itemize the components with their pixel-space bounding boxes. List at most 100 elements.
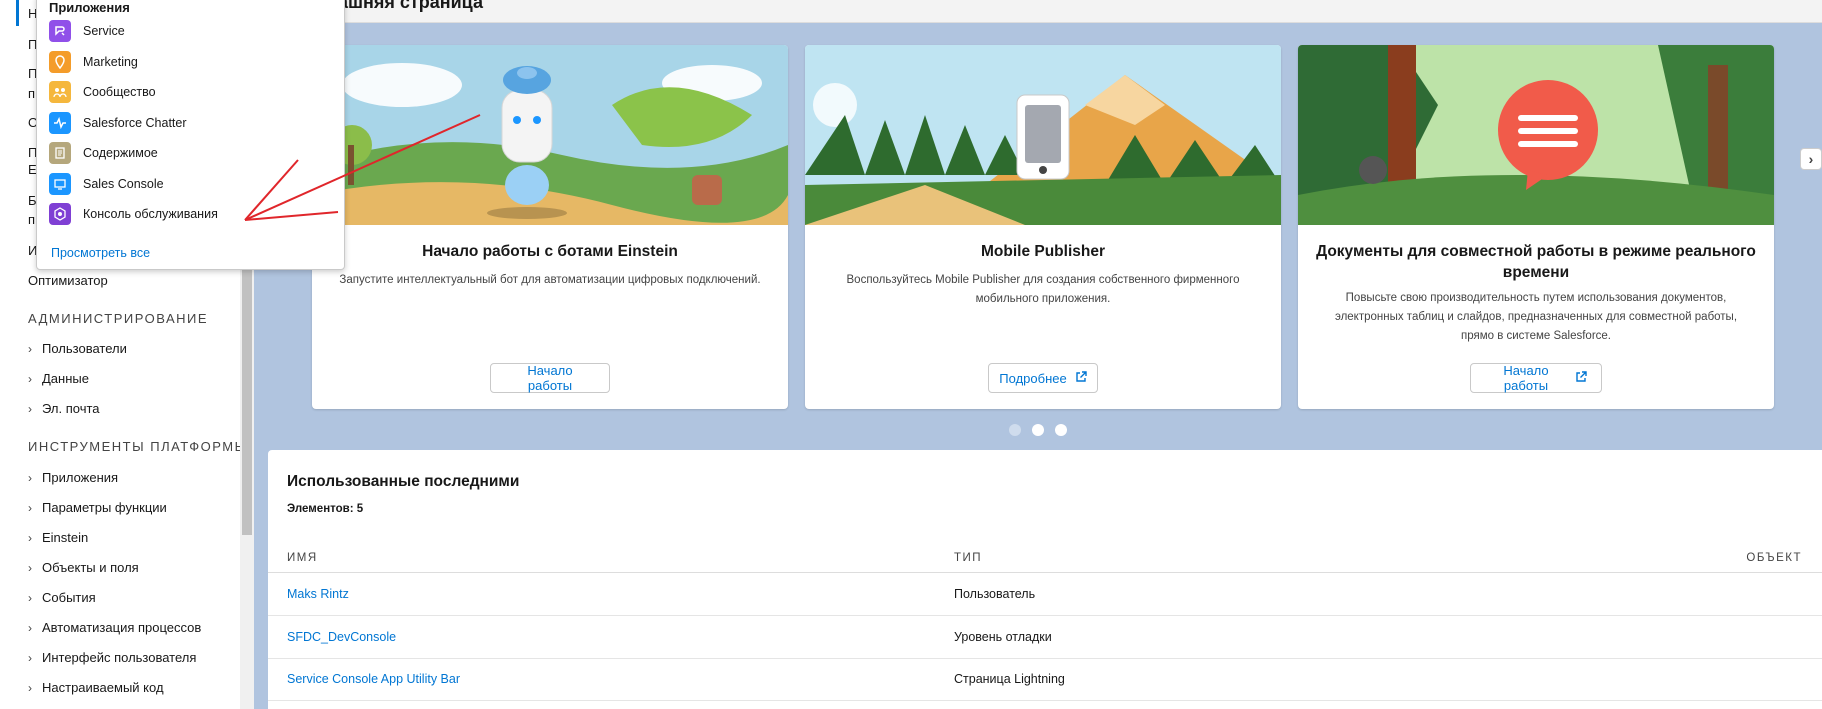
chevron-right-icon: › <box>28 590 32 605</box>
sidebar-item-label: События <box>42 590 96 605</box>
marketing-icon <box>49 51 71 73</box>
sidebar-item-label: Настраиваемый код <box>42 680 164 695</box>
sidebar-item-email[interactable]: › Эл. почта <box>28 401 100 416</box>
service-icon <box>49 20 71 42</box>
sidebar-item-apps[interactable]: › Приложения <box>28 470 118 485</box>
record-link[interactable]: Service Console App Utility Bar <box>287 658 460 700</box>
sidebar-item-objects-and-fields[interactable]: › Объекты и поля <box>28 560 139 575</box>
chevron-right-icon: › <box>28 680 32 695</box>
sidebar-item-feature-settings[interactable]: › Параметры функции <box>28 500 167 515</box>
sidebar-peek-text[interactable]: п <box>28 86 35 101</box>
chevron-right-icon: › <box>28 401 32 416</box>
service-console-icon <box>49 203 71 225</box>
sidebar-item-users[interactable]: › Пользователи <box>28 341 127 356</box>
carousel-dot-active[interactable] <box>1032 424 1044 436</box>
carousel-next-button[interactable]: › <box>1800 148 1822 170</box>
recent-items-panel: Использованные последними Элементов: 5 И… <box>268 450 1822 709</box>
app-item-sales-console[interactable]: Sales Console <box>49 173 164 195</box>
chevron-right-icon: › <box>28 470 32 485</box>
chevron-right-icon: › <box>28 371 32 386</box>
app-item-community[interactable]: Сообщество <box>49 81 156 103</box>
carousel-dot[interactable] <box>1055 424 1067 436</box>
button-label: Подробнее <box>999 370 1067 386</box>
chevron-right-icon: › <box>28 341 32 356</box>
sidebar-item-label: Пользователи <box>42 341 127 356</box>
app-item-service[interactable]: Service <box>49 20 125 42</box>
card-einstein-bots: Начало работы с ботами Einstein Запустит… <box>312 45 788 409</box>
app-item-content[interactable]: Содержимое <box>49 142 158 164</box>
chevron-right-icon: › <box>28 620 32 635</box>
card-description: Повысьте свою производительность путем и… <box>1334 292 1738 342</box>
table-header: Имя Тип Объект <box>268 544 1822 573</box>
sidebar-item-process-automation[interactable]: › Автоматизация процессов <box>28 620 201 635</box>
sidebar-item-events[interactable]: › События <box>28 590 96 605</box>
chatter-icon <box>49 112 71 134</box>
sidebar-item-data[interactable]: › Данные <box>28 371 89 386</box>
active-item-indicator <box>16 0 19 26</box>
record-type: Пользователь <box>954 587 1036 601</box>
sidebar-item-label: Автоматизация процессов <box>42 620 202 635</box>
chevron-right-icon: › <box>28 650 32 665</box>
sidebar-item-label: Параметры функции <box>42 500 167 515</box>
record-link[interactable]: SFDC_DevConsole <box>287 616 396 658</box>
chevron-right-icon: › <box>28 530 32 545</box>
app-item-chatter[interactable]: Salesforce Chatter <box>49 112 187 134</box>
sidebar-item-label: Einstein <box>42 530 89 545</box>
card-illustration <box>312 45 788 225</box>
app-item-label: Содержимое <box>83 146 158 160</box>
app-item-label: Salesforce Chatter <box>83 116 187 130</box>
app-item-label: Marketing <box>83 55 138 69</box>
card-description: Запустите интеллектуальный бот для автом… <box>339 274 761 286</box>
panel-title: Использованные последними <box>287 473 520 490</box>
sidebar-item-label: Данные <box>42 371 89 386</box>
main-content: ашняя страница Начало работы с ботами Ei… <box>254 0 1822 709</box>
app-item-label: Sales Console <box>83 177 164 191</box>
page-title: ашняя страница <box>338 0 483 12</box>
column-header-name[interactable]: Имя <box>287 544 318 572</box>
record-type: Уровень отладки <box>954 630 1052 644</box>
sidebar-item-label: Объекты и поля <box>42 560 139 575</box>
column-header-type[interactable]: Тип <box>954 544 982 572</box>
view-all-link[interactable]: Просмотреть все <box>51 246 150 260</box>
card-illustration <box>805 45 1281 225</box>
sidebar-peek-text[interactable]: п <box>28 212 35 227</box>
carousel-dot[interactable] <box>1009 424 1021 436</box>
card-collaborative-docs: Документы для совместной работы в режиме… <box>1298 45 1774 409</box>
sidebar-item-einstein[interactable]: › Einstein <box>28 530 88 545</box>
dropdown-header: Приложения <box>49 0 130 15</box>
learn-more-button[interactable]: Подробнее <box>988 363 1098 393</box>
get-started-button[interactable]: Начало работы <box>1470 363 1602 393</box>
app-launcher-dropdown: Приложения Service Marketing Сообщество … <box>36 0 345 270</box>
record-type: Страница Lightning <box>954 672 1065 686</box>
community-icon <box>49 81 71 103</box>
page-header: ашняя страница <box>268 0 1822 23</box>
app-item-marketing[interactable]: Marketing <box>49 51 138 73</box>
table-row: SFDC_DevConsole Уровень отладки <box>268 616 1822 659</box>
table-row: Service Console App Utility Bar Страница… <box>268 658 1822 701</box>
sidebar-item-label: Приложения <box>42 470 119 485</box>
card-mobile-publisher: Mobile Publisher Воспользуйтесь Mobile P… <box>805 45 1281 409</box>
app-item-label: Консоль обслуживания <box>83 207 218 221</box>
button-label: Начало работы <box>1503 363 1549 393</box>
column-header-object[interactable]: Объект <box>1746 544 1802 572</box>
button-label: Начало работы <box>527 363 573 393</box>
sidebar-item-label: Эл. почта <box>42 401 100 416</box>
chevron-right-icon: › <box>28 500 32 515</box>
section-header-administration: Администрирование <box>28 311 209 326</box>
external-link-icon <box>1575 370 1587 386</box>
card-title: Начало работы с ботами Einstein <box>422 243 678 260</box>
get-started-button[interactable]: Начало работы <box>490 363 610 393</box>
app-item-service-console[interactable]: Консоль обслуживания <box>49 203 218 225</box>
card-title: Документы для совместной работы в режиме… <box>1316 243 1756 281</box>
section-header-platform-tools: Инструменты платформы <box>28 439 248 454</box>
chevron-right-icon: › <box>1808 151 1814 167</box>
sidebar-item-user-interface[interactable]: › Интерфейс пользователя <box>28 650 196 665</box>
content-icon <box>49 142 71 164</box>
record-link[interactable]: Maks Rintz <box>287 573 349 615</box>
sidebar-item-optimizer[interactable]: Оптимизатор <box>28 273 108 288</box>
sidebar-item-custom-code[interactable]: › Настраиваемый код <box>28 680 164 695</box>
sidebar-item-label: Интерфейс пользователя <box>42 650 197 665</box>
app-item-label: Service <box>83 24 125 38</box>
card-title: Mobile Publisher <box>980 243 1105 260</box>
external-link-icon <box>1075 370 1087 386</box>
